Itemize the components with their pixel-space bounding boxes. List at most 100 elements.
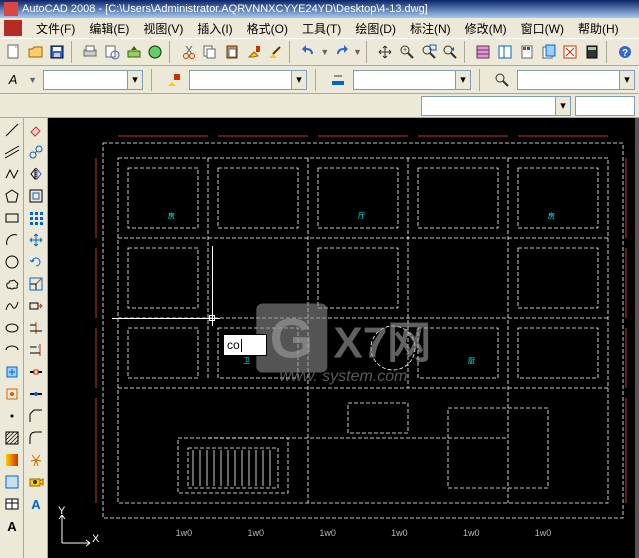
layer-state-combo[interactable]: ▾ xyxy=(421,96,571,116)
chevron-down-icon[interactable]: ▾ xyxy=(619,71,634,89)
sheetset-icon[interactable] xyxy=(539,41,559,63)
window-title: AutoCAD 2008 - [C:\Users\Administrator.A… xyxy=(22,3,428,15)
calc-icon[interactable] xyxy=(582,41,602,63)
arc-icon[interactable] xyxy=(2,230,22,250)
redo-dropdown-icon[interactable]: ▼ xyxy=(353,47,362,57)
paste-icon[interactable] xyxy=(222,41,242,63)
dim-label: 1w0 xyxy=(176,528,193,540)
insertblock-icon[interactable] xyxy=(2,362,22,382)
menu-format[interactable]: 格式(O) xyxy=(241,20,294,37)
standard-toolbar: ▼ ▼ + ? xyxy=(0,38,639,66)
move-icon[interactable] xyxy=(26,230,46,250)
array-icon[interactable] xyxy=(26,208,46,228)
break-icon[interactable] xyxy=(26,362,46,382)
svg-text:厨: 厨 xyxy=(468,357,475,365)
menu-dimension[interactable]: 标注(N) xyxy=(404,20,457,37)
explode-icon[interactable] xyxy=(26,450,46,470)
chevron-down-icon[interactable]: ▾ xyxy=(291,71,306,89)
annotation-icon[interactable]: A xyxy=(26,494,46,514)
polyline-icon[interactable] xyxy=(2,164,22,184)
lineweight-combo[interactable]: ▾ xyxy=(353,70,471,90)
plotstyle-icon[interactable] xyxy=(493,70,511,90)
makeblock-icon[interactable] xyxy=(2,384,22,404)
cut-icon[interactable] xyxy=(179,41,199,63)
copy-obj-icon[interactable] xyxy=(26,142,46,162)
plotstyle-combo[interactable]: ▾ xyxy=(517,70,635,90)
menu-modify[interactable]: 修改(M) xyxy=(459,20,513,37)
camera-icon[interactable] xyxy=(26,472,46,492)
chevron-down-icon[interactable]: ▾ xyxy=(555,97,570,115)
drawing-canvas[interactable]: 房厅房 卫厨 co G X7网 www. system.com Y X 1w0 … xyxy=(48,118,639,558)
properties-icon[interactable] xyxy=(474,41,494,63)
redo-icon[interactable] xyxy=(331,41,351,63)
zoom-realtime-icon[interactable]: + xyxy=(397,41,417,63)
mtext-icon[interactable]: A xyxy=(2,516,22,536)
polygon-icon[interactable] xyxy=(2,186,22,206)
chevron-down-icon[interactable]: ▾ xyxy=(455,71,470,89)
revcloud-icon[interactable] xyxy=(2,274,22,294)
layer-combo[interactable]: ▾ xyxy=(43,70,143,90)
dynamic-input[interactable]: co xyxy=(223,334,267,356)
menu-edit[interactable]: 编辑(E) xyxy=(83,20,135,37)
copy-icon[interactable] xyxy=(200,41,220,63)
zoom-window-icon[interactable] xyxy=(419,41,439,63)
publish-icon[interactable] xyxy=(124,41,144,63)
xline-icon[interactable] xyxy=(2,142,22,162)
mirror-icon[interactable] xyxy=(26,164,46,184)
matchprop-icon[interactable] xyxy=(244,41,264,63)
plotpreview-icon[interactable] xyxy=(102,41,122,63)
trim-icon[interactable] xyxy=(26,318,46,338)
3dprint-icon[interactable] xyxy=(146,41,166,63)
menu-draw[interactable]: 绘图(D) xyxy=(349,20,402,37)
erase-icon[interactable] xyxy=(26,120,46,140)
table-icon[interactable] xyxy=(2,494,22,514)
spline-icon[interactable] xyxy=(2,296,22,316)
open-icon[interactable] xyxy=(26,41,46,63)
markup-icon[interactable] xyxy=(560,41,580,63)
menu-tools[interactable]: 工具(T) xyxy=(296,20,347,37)
titlebar: AutoCAD 2008 - [C:\Users\Administrator.A… xyxy=(0,0,639,18)
toolpalette-icon[interactable] xyxy=(517,41,537,63)
ellipse-icon[interactable] xyxy=(2,318,22,338)
menu-window[interactable]: 窗口(W) xyxy=(515,20,570,37)
extend-icon[interactable] xyxy=(26,340,46,360)
rectangle-icon[interactable] xyxy=(2,208,22,228)
point-icon[interactable] xyxy=(2,406,22,426)
textstyle-icon[interactable]: A xyxy=(4,70,22,90)
lineweight-icon[interactable] xyxy=(329,70,347,90)
blockeditor-icon[interactable] xyxy=(266,41,286,63)
scrollbar-vertical[interactable] xyxy=(635,118,639,558)
offset-icon[interactable] xyxy=(26,186,46,206)
menu-file[interactable]: 文件(F) xyxy=(30,20,81,37)
chevron-down-icon[interactable]: ▾ xyxy=(127,71,142,89)
plot-icon[interactable] xyxy=(81,41,101,63)
fillet-icon[interactable] xyxy=(26,428,46,448)
textstyle-dropdown-icon[interactable]: ▼ xyxy=(28,75,37,85)
region-icon[interactable] xyxy=(2,472,22,492)
menu-view[interactable]: 视图(V) xyxy=(137,20,189,37)
chamfer-icon[interactable] xyxy=(26,406,46,426)
line-icon[interactable] xyxy=(2,120,22,140)
save-icon[interactable] xyxy=(47,41,67,63)
join-icon[interactable] xyxy=(26,384,46,404)
designcenter-icon[interactable] xyxy=(495,41,515,63)
gradient-icon[interactable] xyxy=(2,450,22,470)
undo-dropdown-icon[interactable]: ▼ xyxy=(320,47,329,57)
linetype-combo[interactable]: ▾ xyxy=(189,70,307,90)
circle-icon[interactable] xyxy=(2,252,22,272)
help-icon[interactable]: ? xyxy=(615,41,635,63)
color-icon[interactable] xyxy=(165,70,183,90)
new-icon[interactable] xyxy=(4,41,24,63)
menu-help[interactable]: 帮助(H) xyxy=(572,20,625,37)
scale-icon[interactable] xyxy=(26,274,46,294)
undo-icon[interactable] xyxy=(299,41,319,63)
menu-insert[interactable]: 插入(I) xyxy=(191,20,238,37)
hatch-icon[interactable] xyxy=(2,428,22,448)
zoom-previous-icon[interactable] xyxy=(440,41,460,63)
stretch-icon[interactable] xyxy=(26,296,46,316)
rotate-icon[interactable] xyxy=(26,252,46,272)
pan-icon[interactable] xyxy=(375,41,395,63)
layer-filter-combo[interactable] xyxy=(575,96,635,116)
app-menu-button[interactable] xyxy=(4,20,22,36)
ellipsearc-icon[interactable] xyxy=(2,340,22,360)
